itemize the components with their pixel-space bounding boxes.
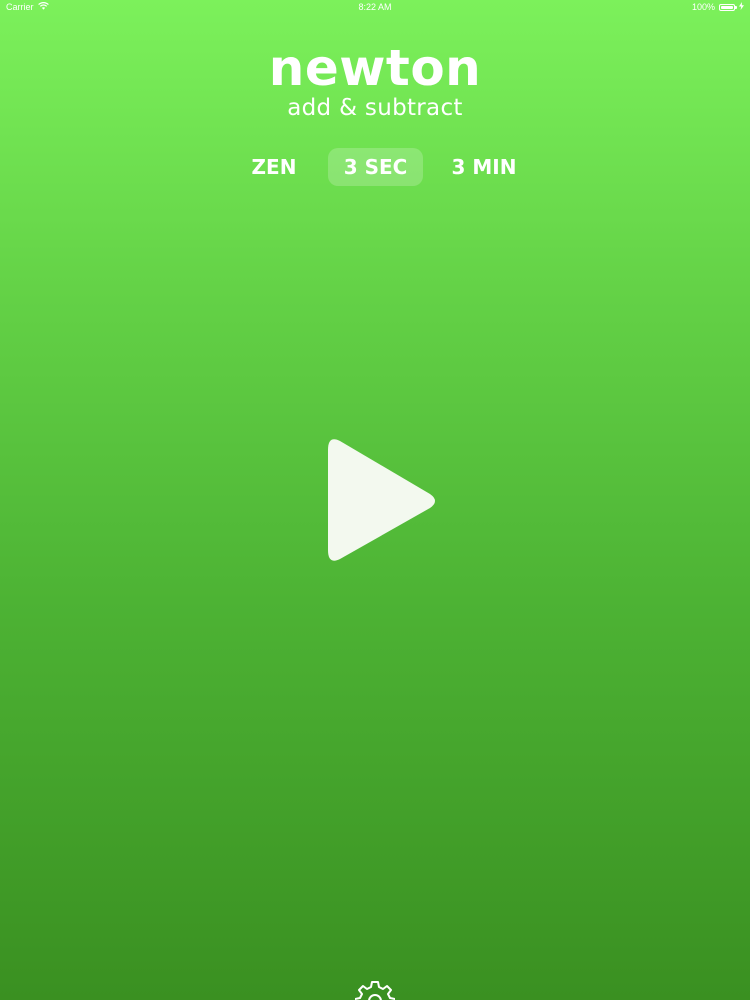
battery-percent: 100% — [691, 2, 715, 12]
app-title: newton — [268, 39, 482, 97]
app-subtitle: add & subtract — [287, 95, 463, 121]
status-bar: Carrier 8:22 AM 100% — [0, 0, 750, 16]
gear-icon — [354, 981, 396, 1000]
battery-icon — [719, 3, 737, 11]
mode-3-min-button[interactable]: 3 MIN — [440, 148, 528, 186]
settings-button[interactable] — [354, 980, 396, 1000]
app-screen: Carrier 8:22 AM 100% newton add & subtra… — [0, 0, 750, 1000]
mode-zen-button[interactable]: ZEN — [240, 148, 308, 186]
mode-3-sec-button[interactable]: 3 SEC — [328, 148, 423, 186]
mode-selector: ZEN 3 SEC 3 MIN — [0, 148, 750, 186]
play-icon — [328, 439, 435, 561]
status-time: 8:22 AM — [358, 2, 392, 12]
charging-bolt-icon — [739, 2, 744, 12]
status-right: 100% — [692, 2, 744, 12]
battery-fill — [721, 5, 733, 9]
play-button[interactable] — [322, 436, 442, 566]
